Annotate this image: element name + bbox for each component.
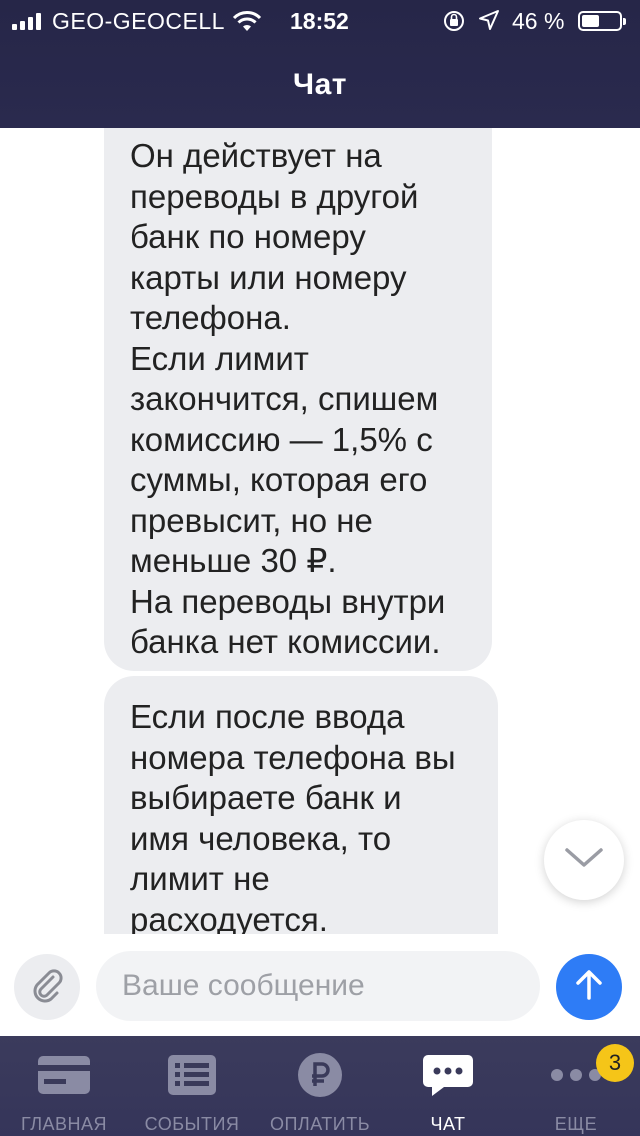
chat-area[interactable]: Он действует на переводы в другой банк п… — [0, 128, 640, 934]
message-bubble: Он действует на переводы в другой банк п… — [104, 128, 492, 671]
scroll-down-button[interactable] — [544, 820, 624, 900]
location-icon — [478, 9, 500, 37]
page-title: Чат — [293, 68, 347, 101]
ruble-icon — [297, 1050, 343, 1100]
chevron-down-icon — [564, 846, 604, 875]
tab-chat[interactable]: ЧАТ — [384, 1036, 512, 1136]
paperclip-icon — [27, 965, 67, 1010]
arrow-up-icon — [572, 968, 606, 1007]
top-bar: GEO-GEOCELL 18:52 46 % Чат — [0, 0, 640, 128]
tab-pay[interactable]: ОПЛАТИТЬ — [256, 1036, 384, 1136]
tab-label: СОБЫТИЯ — [144, 1114, 240, 1134]
card-icon — [37, 1050, 91, 1100]
tab-bar: ГЛАВНАЯ СОБЫТИЯ ОПЛАТИТЬ ЧАТ ЕЩЕ — [0, 1036, 640, 1136]
attach-button[interactable] — [14, 954, 80, 1020]
notification-badge: 3 — [596, 1044, 634, 1082]
wifi-icon — [232, 10, 262, 38]
tab-label: ЕЩЕ — [554, 1114, 598, 1134]
battery-icon — [578, 11, 626, 31]
tab-home[interactable]: ГЛАВНАЯ — [0, 1036, 128, 1136]
carrier-name: GEO-GEOCELL — [52, 8, 225, 34]
message-bubble: Если после ввода номера телефона вы выби… — [104, 676, 498, 934]
message-input[interactable] — [96, 951, 540, 1021]
status-bar: GEO-GEOCELL 18:52 46 % — [0, 0, 640, 42]
signal-icon — [12, 12, 41, 30]
battery-percent: 46 % — [512, 8, 565, 34]
chat-icon — [422, 1050, 474, 1100]
tab-label: ОПЛАТИТЬ — [269, 1114, 371, 1134]
clock: 18:52 — [290, 8, 349, 34]
rotation-lock-icon — [442, 9, 466, 39]
tab-events[interactable]: СОБЫТИЯ — [128, 1036, 256, 1136]
list-icon — [167, 1050, 217, 1100]
tab-label: ЧАТ — [430, 1114, 466, 1134]
message-composer — [0, 934, 640, 1036]
tab-label: ГЛАВНАЯ — [20, 1114, 108, 1134]
more-icon — [550, 1050, 602, 1100]
send-button[interactable] — [556, 954, 622, 1020]
